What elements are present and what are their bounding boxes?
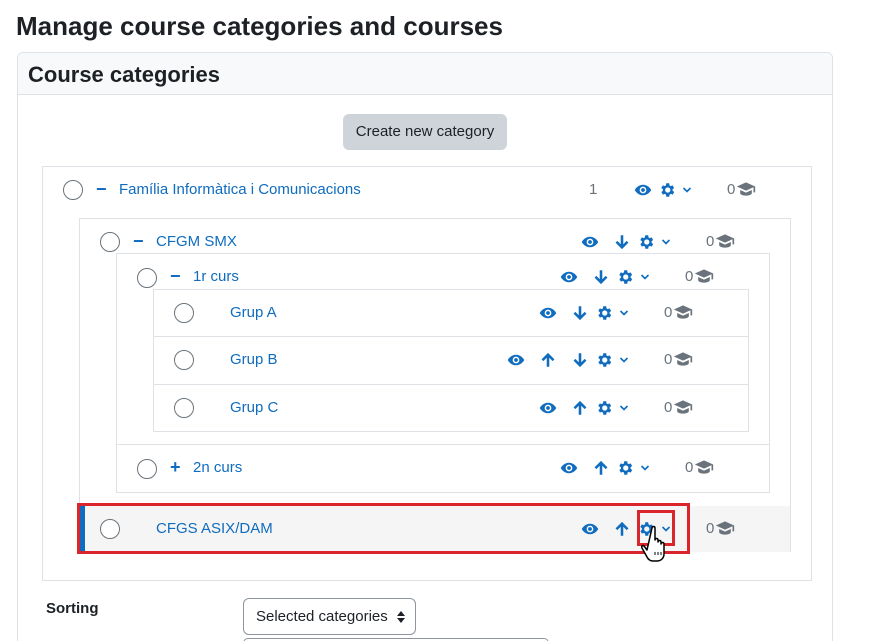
category-checkbox[interactable] (174, 350, 194, 370)
category-link[interactable]: Família Informàtica i Comunicacions (119, 181, 361, 198)
course-count: 0 (685, 268, 694, 285)
category-checkbox[interactable] (174, 398, 194, 418)
sorting-label: Sorting (46, 600, 99, 617)
chevron-down-icon[interactable] (619, 403, 629, 413)
category-link[interactable]: 2n curs (193, 459, 242, 476)
page-title: Manage course categories and courses (16, 11, 503, 41)
graduation-cap-icon (694, 458, 714, 476)
chevron-down-icon[interactable] (619, 308, 629, 318)
collapse-toggle[interactable]: − (133, 232, 144, 250)
gear-icon[interactable] (637, 233, 655, 251)
graduation-cap-icon (673, 350, 693, 368)
course-count: 0 (664, 304, 673, 321)
course-count: 0 (727, 181, 736, 198)
graduation-cap-icon (694, 267, 714, 285)
course-count: 0 (685, 459, 694, 476)
arrow-down-icon[interactable] (571, 351, 589, 369)
category-checkbox[interactable] (137, 459, 157, 479)
graduation-cap-icon (673, 398, 693, 416)
category-checkbox[interactable] (137, 268, 157, 288)
graduation-cap-icon (736, 180, 756, 198)
eye-icon[interactable] (539, 304, 557, 322)
chevron-down-icon[interactable] (640, 272, 650, 282)
category-link[interactable]: Grup B (230, 351, 278, 368)
hand-pointer-cursor-icon (640, 524, 680, 564)
category-checkbox[interactable] (174, 303, 194, 323)
subcategory-count: 1 (589, 181, 598, 198)
eye-icon[interactable] (634, 181, 652, 199)
category-link[interactable]: Grup C (230, 399, 278, 416)
gear-icon[interactable] (616, 459, 634, 477)
course-count: 0 (706, 520, 715, 537)
course-count: 0 (706, 233, 715, 250)
gear-icon[interactable] (595, 304, 613, 322)
arrow-up-icon[interactable] (592, 459, 610, 477)
gear-icon[interactable] (616, 268, 634, 286)
eye-icon[interactable] (507, 351, 525, 369)
category-checkbox[interactable] (63, 180, 83, 200)
gear-icon[interactable] (595, 399, 613, 417)
graduation-cap-icon (673, 303, 693, 321)
graduation-cap-icon (715, 519, 735, 537)
arrow-down-icon[interactable] (592, 268, 610, 286)
category-checkbox[interactable] (100, 232, 120, 252)
chevron-down-icon[interactable] (640, 463, 650, 473)
arrow-down-icon[interactable] (613, 233, 631, 251)
category-link[interactable]: CFGM SMX (156, 233, 237, 250)
graduation-cap-icon (715, 232, 735, 250)
gear-icon[interactable] (658, 181, 676, 199)
course-count: 0 (664, 399, 673, 416)
card-header: Course categories (18, 53, 832, 95)
sorting-select-value: Selected categories (256, 608, 388, 625)
gear-icon[interactable] (595, 351, 613, 369)
category-link[interactable]: Grup A (230, 304, 277, 321)
card-title: Course categories (28, 62, 220, 87)
eye-icon[interactable] (539, 399, 557, 417)
collapse-toggle[interactable]: − (170, 267, 181, 285)
highlight-row-annotation (77, 503, 690, 554)
eye-icon[interactable] (581, 233, 599, 251)
eye-icon[interactable] (560, 459, 578, 477)
chevron-down-icon[interactable] (682, 185, 692, 195)
eye-icon[interactable] (560, 268, 578, 286)
course-count: 0 (664, 351, 673, 368)
category-link[interactable]: 1r curs (193, 268, 239, 285)
chevron-down-icon[interactable] (619, 355, 629, 365)
create-new-category-button[interactable]: Create new category (343, 114, 507, 150)
arrow-up-icon[interactable] (571, 399, 589, 417)
chevron-down-icon[interactable] (661, 237, 671, 247)
arrow-down-icon[interactable] (571, 304, 589, 322)
sorting-select[interactable]: Selected categories (243, 598, 416, 635)
arrow-up-icon[interactable] (539, 351, 557, 369)
expand-toggle[interactable]: + (170, 458, 181, 476)
collapse-toggle[interactable]: − (96, 180, 107, 198)
select-caret-icon (397, 599, 405, 623)
